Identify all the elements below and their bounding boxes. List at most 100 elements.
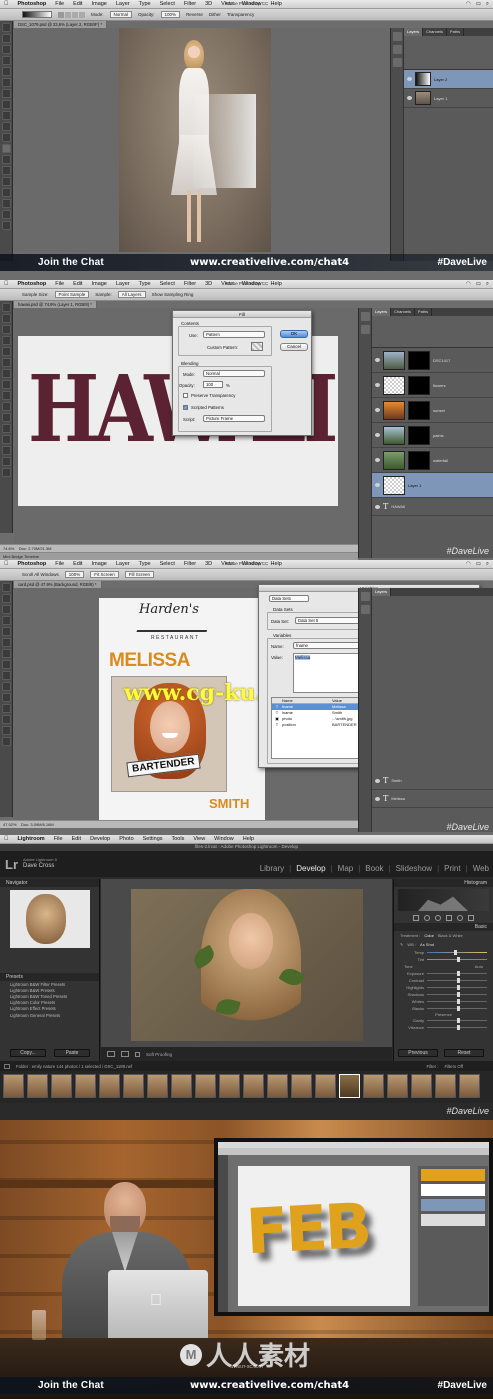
layer-row[interactable]: sunset [372, 398, 493, 423]
show-ring-checkbox[interactable]: Show Sampling Ring [152, 292, 194, 297]
shape-tool-icon[interactable] [1, 446, 11, 455]
slider-track[interactable] [427, 1025, 487, 1030]
tab-channels[interactable]: Channels [391, 308, 415, 316]
before-after-icon[interactable] [121, 1051, 129, 1057]
film-thumb[interactable] [219, 1074, 240, 1098]
menu-develop[interactable]: Develop [90, 836, 110, 842]
healing-brush-icon[interactable] [1, 369, 11, 378]
module-book[interactable]: Book [363, 864, 385, 873]
film-thumb[interactable] [123, 1074, 144, 1098]
type-tool-icon[interactable] [1, 704, 11, 713]
slider-row[interactable]: Whites [394, 998, 493, 1005]
layer-row[interactable]: flowers [372, 373, 493, 398]
navigator-header[interactable]: Navigator [0, 879, 99, 887]
zoom-level[interactable]: 47.92% [3, 822, 17, 827]
film-thumb[interactable] [291, 1074, 312, 1098]
slider-knob[interactable] [457, 985, 460, 990]
properties-icon[interactable] [360, 605, 370, 614]
tab-channels[interactable]: Channels [423, 28, 447, 36]
paste-button[interactable]: Paste [54, 1049, 90, 1057]
navigator-preview[interactable] [10, 890, 90, 948]
menu-settings[interactable]: Settings [143, 836, 163, 842]
visibility-eye-icon[interactable] [375, 408, 380, 412]
film-thumb[interactable] [75, 1074, 96, 1098]
type-tool-icon[interactable] [1, 177, 11, 186]
history-icon[interactable] [360, 592, 370, 601]
brush-presets-icon[interactable] [392, 58, 402, 67]
lasso-tool-icon[interactable] [1, 605, 11, 614]
script-select[interactable]: Picture Frame [203, 415, 265, 422]
slider-row[interactable]: Blacks [394, 1005, 493, 1012]
brush-tool-icon[interactable] [1, 100, 11, 109]
film-thumb[interactable] [387, 1074, 408, 1098]
transparency-checkbox[interactable]: Transparency [227, 12, 254, 17]
visibility-eye-icon[interactable] [375, 358, 380, 362]
film-thumb[interactable] [435, 1074, 456, 1098]
zoom-tool-icon[interactable] [1, 221, 11, 230]
clone-stamp-icon[interactable] [1, 391, 11, 400]
adjustment-brush-icon[interactable] [468, 915, 474, 921]
crop-tool-icon[interactable] [1, 347, 11, 356]
zoom100-button[interactable]: 100% [64, 571, 85, 578]
hand-tool-icon[interactable] [1, 726, 11, 735]
layer-row[interactable]: palms [372, 423, 493, 448]
histogram-header[interactable]: Histogram [394, 879, 493, 887]
opacity-field[interactable]: 100 [203, 381, 223, 388]
slider-knob[interactable] [454, 950, 457, 955]
history-icon[interactable] [360, 312, 370, 321]
visibility-eye-icon[interactable] [375, 383, 380, 387]
sample-size-select[interactable]: Point Sample [54, 291, 90, 298]
tab-layers[interactable]: Layers [404, 28, 424, 36]
canvas-area[interactable] [14, 28, 390, 252]
tab-layers[interactable]: Layers [372, 588, 392, 596]
menu-tools[interactable]: Tools [172, 836, 185, 842]
gradient-tool-icon[interactable] [1, 413, 11, 422]
marquee-tool-icon[interactable] [1, 34, 11, 43]
tab-paths[interactable]: Paths [447, 28, 465, 36]
fill-screen-button[interactable]: Fill Screen [124, 571, 155, 578]
red-eye-icon[interactable] [435, 915, 441, 921]
id-card[interactable]: Harden's RESTAURANT MELISSA BARTENDER SM… [99, 598, 265, 820]
treatment-bw[interactable]: Black & White [438, 933, 463, 938]
menu-app-name[interactable]: Lightroom [18, 836, 45, 842]
visibility-eye-icon[interactable] [375, 796, 380, 801]
menu-window[interactable]: Window [214, 836, 234, 842]
menu-view[interactable]: View [193, 836, 205, 842]
film-thumb[interactable] [3, 1074, 24, 1098]
visibility-eye-icon[interactable] [375, 483, 380, 487]
eyedropper-icon[interactable] [1, 358, 11, 367]
module-print[interactable]: Print [442, 864, 462, 873]
wb-select[interactable]: As Shot [420, 942, 434, 947]
tab-paths[interactable]: Paths [415, 308, 433, 316]
gradient-layer[interactable] [193, 94, 256, 188]
film-thumb[interactable] [315, 1074, 336, 1098]
visibility-eye-icon[interactable] [375, 433, 380, 437]
cancel-button[interactable]: Cancel [280, 343, 308, 351]
chat-url[interactable]: www.creativelive.com/chat4 [190, 1380, 438, 1391]
quick-select-icon[interactable] [1, 336, 11, 345]
preserve-transparency-checkbox[interactable] [183, 393, 188, 398]
slider-knob[interactable] [457, 957, 460, 962]
slider-knob[interactable] [457, 978, 460, 983]
slider-track[interactable] [427, 992, 487, 997]
slider-track[interactable] [427, 1018, 487, 1023]
slider-knob[interactable] [457, 971, 460, 976]
document-tab[interactable]: card.psd @ 47.9% (Background, RGB/8) * [14, 581, 102, 588]
eyedropper-icon[interactable] [1, 638, 11, 647]
menu-edit[interactable]: Edit [72, 836, 81, 842]
crop-tool-icon[interactable] [1, 67, 11, 76]
loupe-view-icon[interactable] [107, 1051, 115, 1057]
slider-row[interactable]: Vibrance [394, 1024, 493, 1031]
dither-checkbox[interactable]: Dither [209, 12, 221, 17]
document-tab[interactable]: hawaii.psd @ 74,9% (Layer 1, RGB/8) * [14, 301, 97, 308]
sample-select[interactable]: All Layers [117, 291, 146, 298]
layer-row[interactable]: DSC1417 [372, 348, 493, 373]
zoom-tool-icon[interactable] [1, 468, 11, 477]
clone-stamp-icon[interactable] [1, 111, 11, 120]
hand-tool-icon[interactable] [1, 210, 11, 219]
move-tool-icon[interactable] [1, 23, 11, 32]
film-thumb[interactable] [459, 1074, 480, 1098]
pen-tool-icon[interactable] [1, 693, 11, 702]
move-tool-icon[interactable] [1, 303, 11, 312]
join-chat-label[interactable]: Join the Chat [0, 257, 190, 268]
